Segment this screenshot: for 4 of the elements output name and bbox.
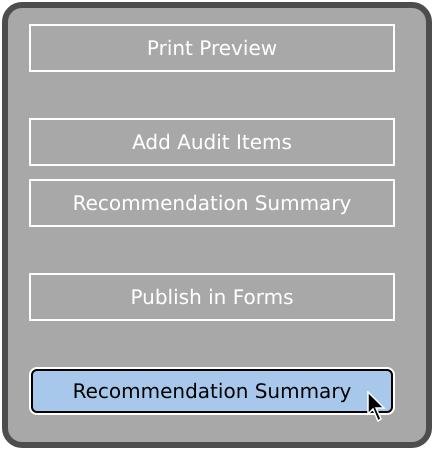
menu-button[interactable]: Add Audit Items xyxy=(29,118,395,166)
menu-button[interactable]: Print Preview xyxy=(29,24,395,72)
menu-button[interactable]: Publish in Forms xyxy=(29,273,395,321)
menu-button[interactable]: Recommendation Summary xyxy=(29,179,395,227)
